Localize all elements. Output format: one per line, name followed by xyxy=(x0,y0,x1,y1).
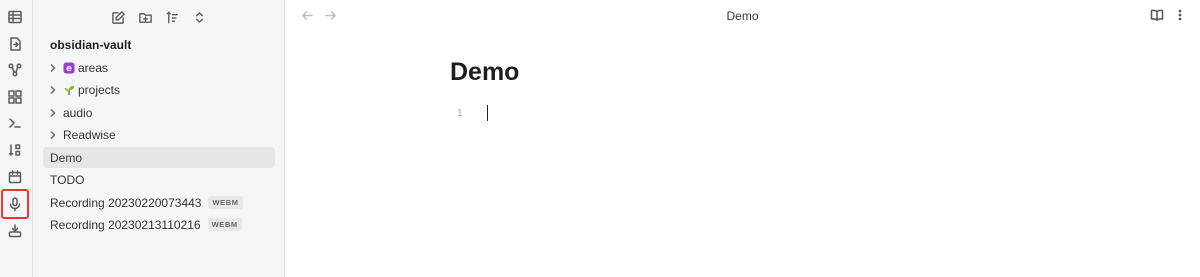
folder-label: areas xyxy=(78,60,109,75)
file-extension-badge: WEBM xyxy=(207,218,242,231)
folder-projects[interactable]: projects xyxy=(43,79,275,100)
reading-view-icon[interactable] xyxy=(1148,6,1166,24)
text-cursor[interactable] xyxy=(487,105,488,121)
file-import-icon[interactable] xyxy=(4,33,26,55)
chevron-right-icon xyxy=(46,61,60,75)
file-demo[interactable]: Demo xyxy=(43,147,275,168)
folder-readwise[interactable]: Readwise xyxy=(43,124,275,145)
left-ribbon xyxy=(0,0,33,277)
chevron-right-icon xyxy=(46,128,60,142)
file-label: Recording 20230213110216 xyxy=(50,217,201,232)
file-extension-badge: WEBM xyxy=(208,196,243,209)
terminal-icon[interactable] xyxy=(4,112,26,134)
file-todo[interactable]: TODO xyxy=(43,169,275,190)
view-header-title[interactable]: Demo xyxy=(285,9,1200,23)
graph-icon[interactable] xyxy=(4,59,26,81)
microphone-icon[interactable] xyxy=(1,189,29,219)
table-icon[interactable] xyxy=(4,6,26,28)
file-label: TODO xyxy=(50,172,85,187)
chevron-right-icon xyxy=(46,106,60,120)
folder-areas[interactable]: e areas xyxy=(43,57,275,78)
download-icon[interactable] xyxy=(4,220,26,242)
sort-icon[interactable] xyxy=(4,139,26,161)
vault-name[interactable]: obsidian-vault xyxy=(50,38,131,52)
file-label: Demo xyxy=(50,150,83,165)
calendar-icon[interactable] xyxy=(4,166,26,188)
layout-grid-icon[interactable] xyxy=(4,86,26,108)
editor-pane: Demo Demo 1 xyxy=(285,0,1200,277)
folder-label: Readwise xyxy=(63,127,116,142)
folder-label: projects xyxy=(78,82,121,97)
svg-text:e: e xyxy=(66,64,72,74)
chevron-right-icon xyxy=(46,83,60,97)
new-note-icon[interactable] xyxy=(107,6,129,28)
file-recording-1[interactable]: Recording 20230220073443 WEBM xyxy=(43,192,275,213)
collapse-expand-icon[interactable] xyxy=(188,6,210,28)
note-title[interactable]: Demo xyxy=(450,58,519,87)
file-label: Recording 20230220073443 xyxy=(50,195,202,210)
more-options-icon[interactable] xyxy=(1171,6,1189,24)
folder-label: audio xyxy=(63,105,93,120)
new-folder-icon[interactable] xyxy=(134,6,156,28)
file-explorer-toolbar xyxy=(33,6,284,28)
line-number: 1 xyxy=(457,108,463,119)
file-recording-2[interactable]: Recording 20230213110216 WEBM xyxy=(43,214,275,235)
sprout-icon xyxy=(63,84,75,96)
folder-audio[interactable]: audio xyxy=(43,102,275,123)
purple-e-icon: e xyxy=(63,62,75,74)
file-explorer-sidebar: obsidian-vault e areas projects audio Re… xyxy=(33,0,285,277)
app-window: obsidian-vault e areas projects audio Re… xyxy=(0,0,1200,277)
sort-order-icon[interactable] xyxy=(161,6,183,28)
